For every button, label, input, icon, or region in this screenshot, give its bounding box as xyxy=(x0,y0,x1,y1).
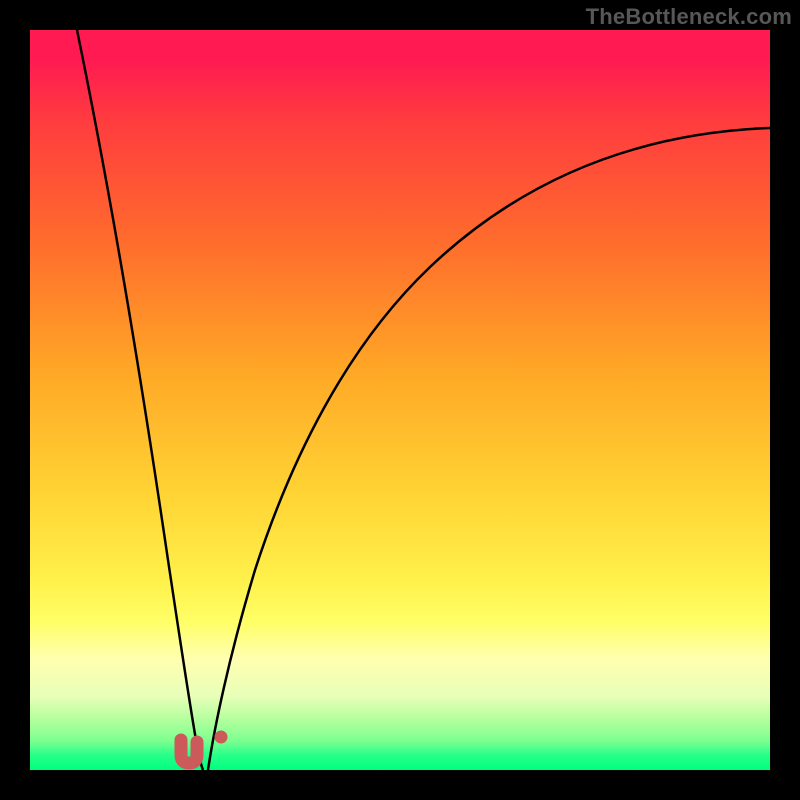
dot-marker-icon xyxy=(215,731,228,744)
u-marker-icon xyxy=(181,740,197,763)
right-curve xyxy=(208,128,770,770)
chart-svg xyxy=(30,30,770,770)
chart-frame: TheBottleneck.com xyxy=(0,0,800,800)
attribution-text: TheBottleneck.com xyxy=(586,4,792,30)
left-curve xyxy=(77,30,203,770)
